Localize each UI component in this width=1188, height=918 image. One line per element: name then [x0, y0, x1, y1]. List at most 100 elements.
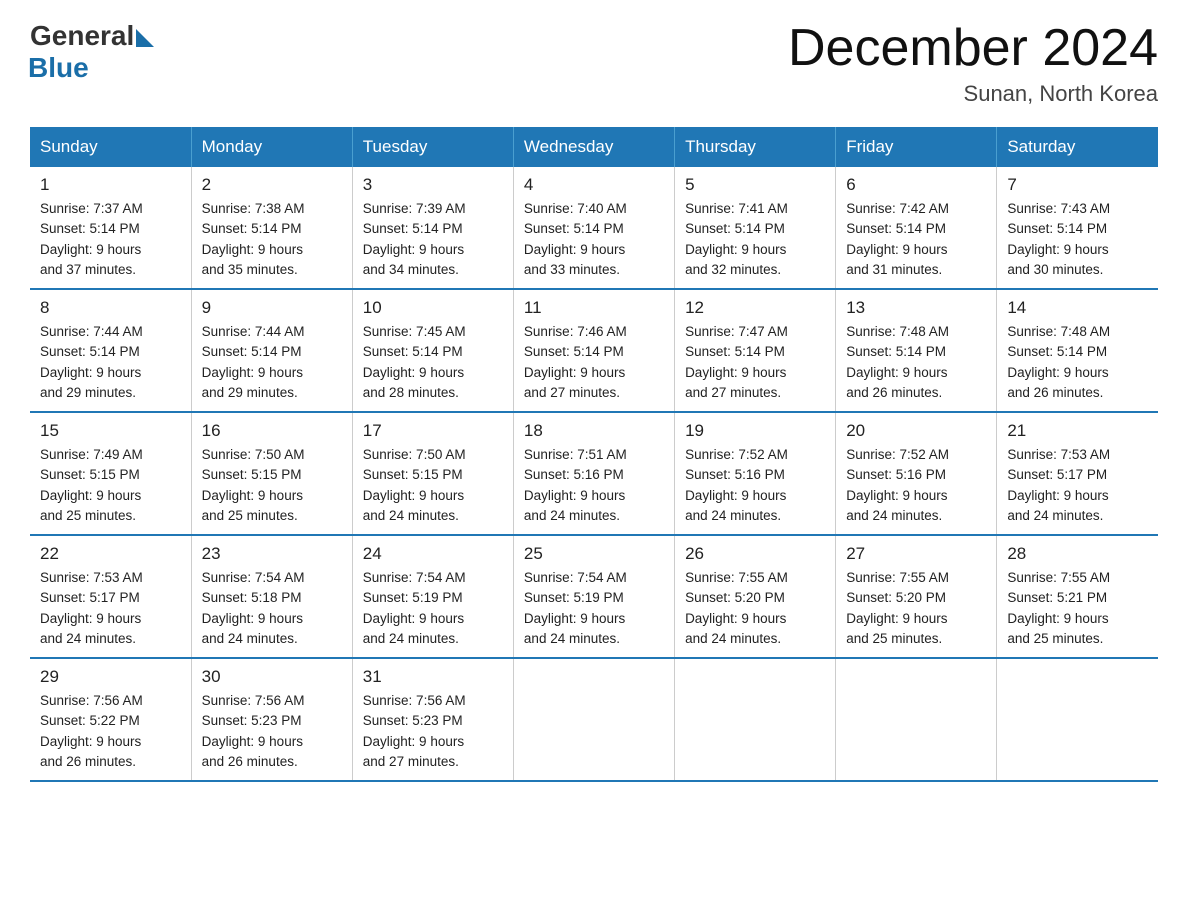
day-info: Sunrise: 7:55 AMSunset: 5:20 PMDaylight:…	[846, 568, 986, 649]
day-info: Sunrise: 7:42 AMSunset: 5:14 PMDaylight:…	[846, 199, 986, 280]
day-cell: 29Sunrise: 7:56 AMSunset: 5:22 PMDayligh…	[30, 658, 191, 781]
day-number: 26	[685, 544, 825, 564]
day-number: 25	[524, 544, 664, 564]
day-info: Sunrise: 7:54 AMSunset: 5:19 PMDaylight:…	[363, 568, 503, 649]
header-wednesday: Wednesday	[513, 127, 674, 167]
month-title: December 2024	[788, 20, 1158, 77]
day-info: Sunrise: 7:37 AMSunset: 5:14 PMDaylight:…	[40, 199, 181, 280]
day-number: 31	[363, 667, 503, 687]
header-monday: Monday	[191, 127, 352, 167]
day-cell: 25 Sunrise: 7:54 AMSunset: 5:19 PMDayligh…	[513, 535, 674, 658]
page-header: General Blue December 2024 Sunan, North …	[30, 20, 1158, 107]
day-cell: 28 Sunrise: 7:55 AMSunset: 5:21 PMDayligh…	[997, 535, 1158, 658]
day-info: Sunrise: 7:46 AMSunset: 5:14 PMDaylight:…	[524, 322, 664, 403]
day-info: Sunrise: 7:52 AMSunset: 5:16 PMDaylight:…	[846, 445, 986, 526]
day-info: Sunrise: 7:40 AMSunset: 5:14 PMDaylight:…	[524, 199, 664, 280]
day-number: 8	[40, 298, 181, 318]
day-info: Sunrise: 7:53 AMSunset: 5:17 PMDaylight:…	[40, 568, 181, 649]
day-cell: 15 Sunrise: 7:49 AMSunset: 5:15 PMDayligh…	[30, 412, 191, 535]
logo: General Blue	[30, 20, 154, 84]
location: Sunan, North Korea	[788, 81, 1158, 107]
day-cell: 6 Sunrise: 7:42 AMSunset: 5:14 PMDaylight…	[836, 167, 997, 289]
logo-arrow-icon	[136, 29, 154, 47]
day-number: 2	[202, 175, 342, 195]
day-cell: 8 Sunrise: 7:44 AMSunset: 5:14 PMDaylight…	[30, 289, 191, 412]
header-sunday: Sunday	[30, 127, 191, 167]
day-cell: 26Sunrise: 7:55 AMSunset: 5:20 PMDayligh…	[675, 535, 836, 658]
header-tuesday: Tuesday	[352, 127, 513, 167]
day-info: Sunrise: 7:50 AMSunset: 5:15 PMDaylight:…	[363, 445, 503, 526]
week-row-3: 15 Sunrise: 7:49 AMSunset: 5:15 PMDayligh…	[30, 412, 1158, 535]
day-info: Sunrise: 7:43 AMSunset: 5:14 PMDaylight:…	[1007, 199, 1148, 280]
day-cell: 12 Sunrise: 7:47 AMSunset: 5:14 PMDayligh…	[675, 289, 836, 412]
day-number: 13	[846, 298, 986, 318]
day-cell: 14 Sunrise: 7:48 AMSunset: 5:14 PMDayligh…	[997, 289, 1158, 412]
day-info: Sunrise: 7:52 AMSunset: 5:16 PMDaylight:…	[685, 445, 825, 526]
day-number: 10	[363, 298, 503, 318]
day-number: 12	[685, 298, 825, 318]
day-number: 11	[524, 298, 664, 318]
day-info: Sunrise: 7:48 AMSunset: 5:14 PMDaylight:…	[1007, 322, 1148, 403]
day-cell: 27 Sunrise: 7:55 AMSunset: 5:20 PMDayligh…	[836, 535, 997, 658]
day-cell: 21 Sunrise: 7:53 AMSunset: 5:17 PMDayligh…	[997, 412, 1158, 535]
day-cell: 19Sunrise: 7:52 AMSunset: 5:16 PMDayligh…	[675, 412, 836, 535]
day-cell: 3 Sunrise: 7:39 AMSunset: 5:14 PMDaylight…	[352, 167, 513, 289]
day-cell: 7Sunrise: 7:43 AMSunset: 5:14 PMDaylight…	[997, 167, 1158, 289]
day-info: Sunrise: 7:39 AMSunset: 5:14 PMDaylight:…	[363, 199, 503, 280]
header-thursday: Thursday	[675, 127, 836, 167]
day-cell: 31 Sunrise: 7:56 AMSunset: 5:23 PMDayligh…	[352, 658, 513, 781]
day-number: 14	[1007, 298, 1148, 318]
day-number: 24	[363, 544, 503, 564]
day-number: 5	[685, 175, 825, 195]
day-cell: 20 Sunrise: 7:52 AMSunset: 5:16 PMDayligh…	[836, 412, 997, 535]
day-info: Sunrise: 7:44 AMSunset: 5:14 PMDaylight:…	[202, 322, 342, 403]
week-row-2: 8 Sunrise: 7:44 AMSunset: 5:14 PMDaylight…	[30, 289, 1158, 412]
day-info: Sunrise: 7:54 AMSunset: 5:18 PMDaylight:…	[202, 568, 342, 649]
day-number: 3	[363, 175, 503, 195]
day-number: 20	[846, 421, 986, 441]
day-info: Sunrise: 7:54 AMSunset: 5:19 PMDaylight:…	[524, 568, 664, 649]
day-cell: 11 Sunrise: 7:46 AMSunset: 5:14 PMDayligh…	[513, 289, 674, 412]
day-cell	[836, 658, 997, 781]
header-saturday: Saturday	[997, 127, 1158, 167]
day-number: 15	[40, 421, 181, 441]
day-info: Sunrise: 7:49 AMSunset: 5:15 PMDaylight:…	[40, 445, 181, 526]
day-number: 16	[202, 421, 342, 441]
day-number: 1	[40, 175, 181, 195]
day-cell: 17Sunrise: 7:50 AMSunset: 5:15 PMDayligh…	[352, 412, 513, 535]
day-number: 30	[202, 667, 342, 687]
day-number: 28	[1007, 544, 1148, 564]
day-cell	[513, 658, 674, 781]
day-number: 4	[524, 175, 664, 195]
day-cell: 24 Sunrise: 7:54 AMSunset: 5:19 PMDayligh…	[352, 535, 513, 658]
day-info: Sunrise: 7:51 AMSunset: 5:16 PMDaylight:…	[524, 445, 664, 526]
day-number: 9	[202, 298, 342, 318]
week-row-5: 29Sunrise: 7:56 AMSunset: 5:22 PMDayligh…	[30, 658, 1158, 781]
week-row-1: 1 Sunrise: 7:37 AMSunset: 5:14 PMDaylight…	[30, 167, 1158, 289]
day-info: Sunrise: 7:56 AMSunset: 5:23 PMDaylight:…	[363, 691, 503, 772]
day-cell: 22Sunrise: 7:53 AMSunset: 5:17 PMDayligh…	[30, 535, 191, 658]
logo-general-text: General	[30, 20, 134, 52]
day-info: Sunrise: 7:53 AMSunset: 5:17 PMDaylight:…	[1007, 445, 1148, 526]
day-cell: 13Sunrise: 7:48 AMSunset: 5:14 PMDayligh…	[836, 289, 997, 412]
day-cell: 2Sunrise: 7:38 AMSunset: 5:14 PMDaylight…	[191, 167, 352, 289]
day-cell: 9 Sunrise: 7:44 AMSunset: 5:14 PMDaylight…	[191, 289, 352, 412]
day-info: Sunrise: 7:55 AMSunset: 5:21 PMDaylight:…	[1007, 568, 1148, 649]
day-cell: 10Sunrise: 7:45 AMSunset: 5:14 PMDayligh…	[352, 289, 513, 412]
day-cell: 1 Sunrise: 7:37 AMSunset: 5:14 PMDaylight…	[30, 167, 191, 289]
day-info: Sunrise: 7:47 AMSunset: 5:14 PMDaylight:…	[685, 322, 825, 403]
day-number: 27	[846, 544, 986, 564]
day-number: 21	[1007, 421, 1148, 441]
header-friday: Friday	[836, 127, 997, 167]
day-info: Sunrise: 7:50 AMSunset: 5:15 PMDaylight:…	[202, 445, 342, 526]
day-number: 6	[846, 175, 986, 195]
day-info: Sunrise: 7:56 AMSunset: 5:22 PMDaylight:…	[40, 691, 181, 772]
day-cell: 4 Sunrise: 7:40 AMSunset: 5:14 PMDaylight…	[513, 167, 674, 289]
day-info: Sunrise: 7:56 AMSunset: 5:23 PMDaylight:…	[202, 691, 342, 772]
title-area: December 2024 Sunan, North Korea	[788, 20, 1158, 107]
day-cell: 23Sunrise: 7:54 AMSunset: 5:18 PMDayligh…	[191, 535, 352, 658]
day-cell: 30 Sunrise: 7:56 AMSunset: 5:23 PMDayligh…	[191, 658, 352, 781]
day-info: Sunrise: 7:44 AMSunset: 5:14 PMDaylight:…	[40, 322, 181, 403]
day-cell	[997, 658, 1158, 781]
day-cell: 16 Sunrise: 7:50 AMSunset: 5:15 PMDayligh…	[191, 412, 352, 535]
